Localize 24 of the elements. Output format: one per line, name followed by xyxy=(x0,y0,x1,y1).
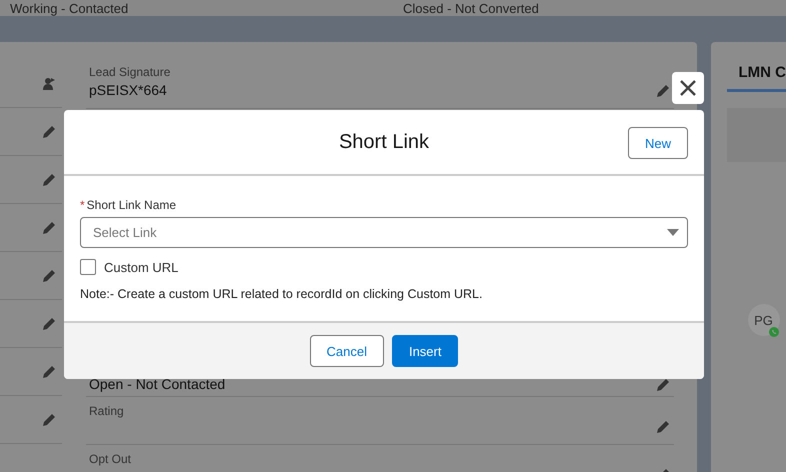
path-step[interactable]: Closed - Not Converted xyxy=(403,2,786,16)
avatar: PG xyxy=(748,304,780,336)
link-select[interactable]: Select Link xyxy=(80,217,688,248)
checkbox[interactable] xyxy=(80,259,96,275)
chat-icon xyxy=(768,327,778,337)
required-mark: * xyxy=(80,198,85,212)
field-label: Lead Signature xyxy=(89,65,170,79)
close-button[interactable] xyxy=(672,72,704,104)
insert-button[interactable]: Insert xyxy=(392,335,458,367)
panel-tab[interactable]: LMN C xyxy=(726,62,786,92)
new-button[interactable]: New xyxy=(628,127,688,159)
field-value: Open - Not Contacted xyxy=(89,376,226,392)
modal-title: Short Link xyxy=(338,130,430,154)
change-owner-icon[interactable] xyxy=(42,76,56,90)
field-value: pSEISX*664 xyxy=(89,82,168,98)
checkbox-label: Custom URL xyxy=(104,260,178,274)
path-step[interactable]: Working - Contacted xyxy=(10,2,403,16)
note-text: Note:- Create a custom URL related to recordId on clicking Custom URL. xyxy=(80,287,484,301)
field-label: Rating xyxy=(89,404,124,418)
caret-icon xyxy=(667,229,679,236)
close-icon xyxy=(679,79,697,97)
field-label: Short Link Name xyxy=(86,198,176,212)
cancel-button[interactable]: Cancel xyxy=(310,335,384,367)
field-label: Opt Out xyxy=(89,452,132,466)
